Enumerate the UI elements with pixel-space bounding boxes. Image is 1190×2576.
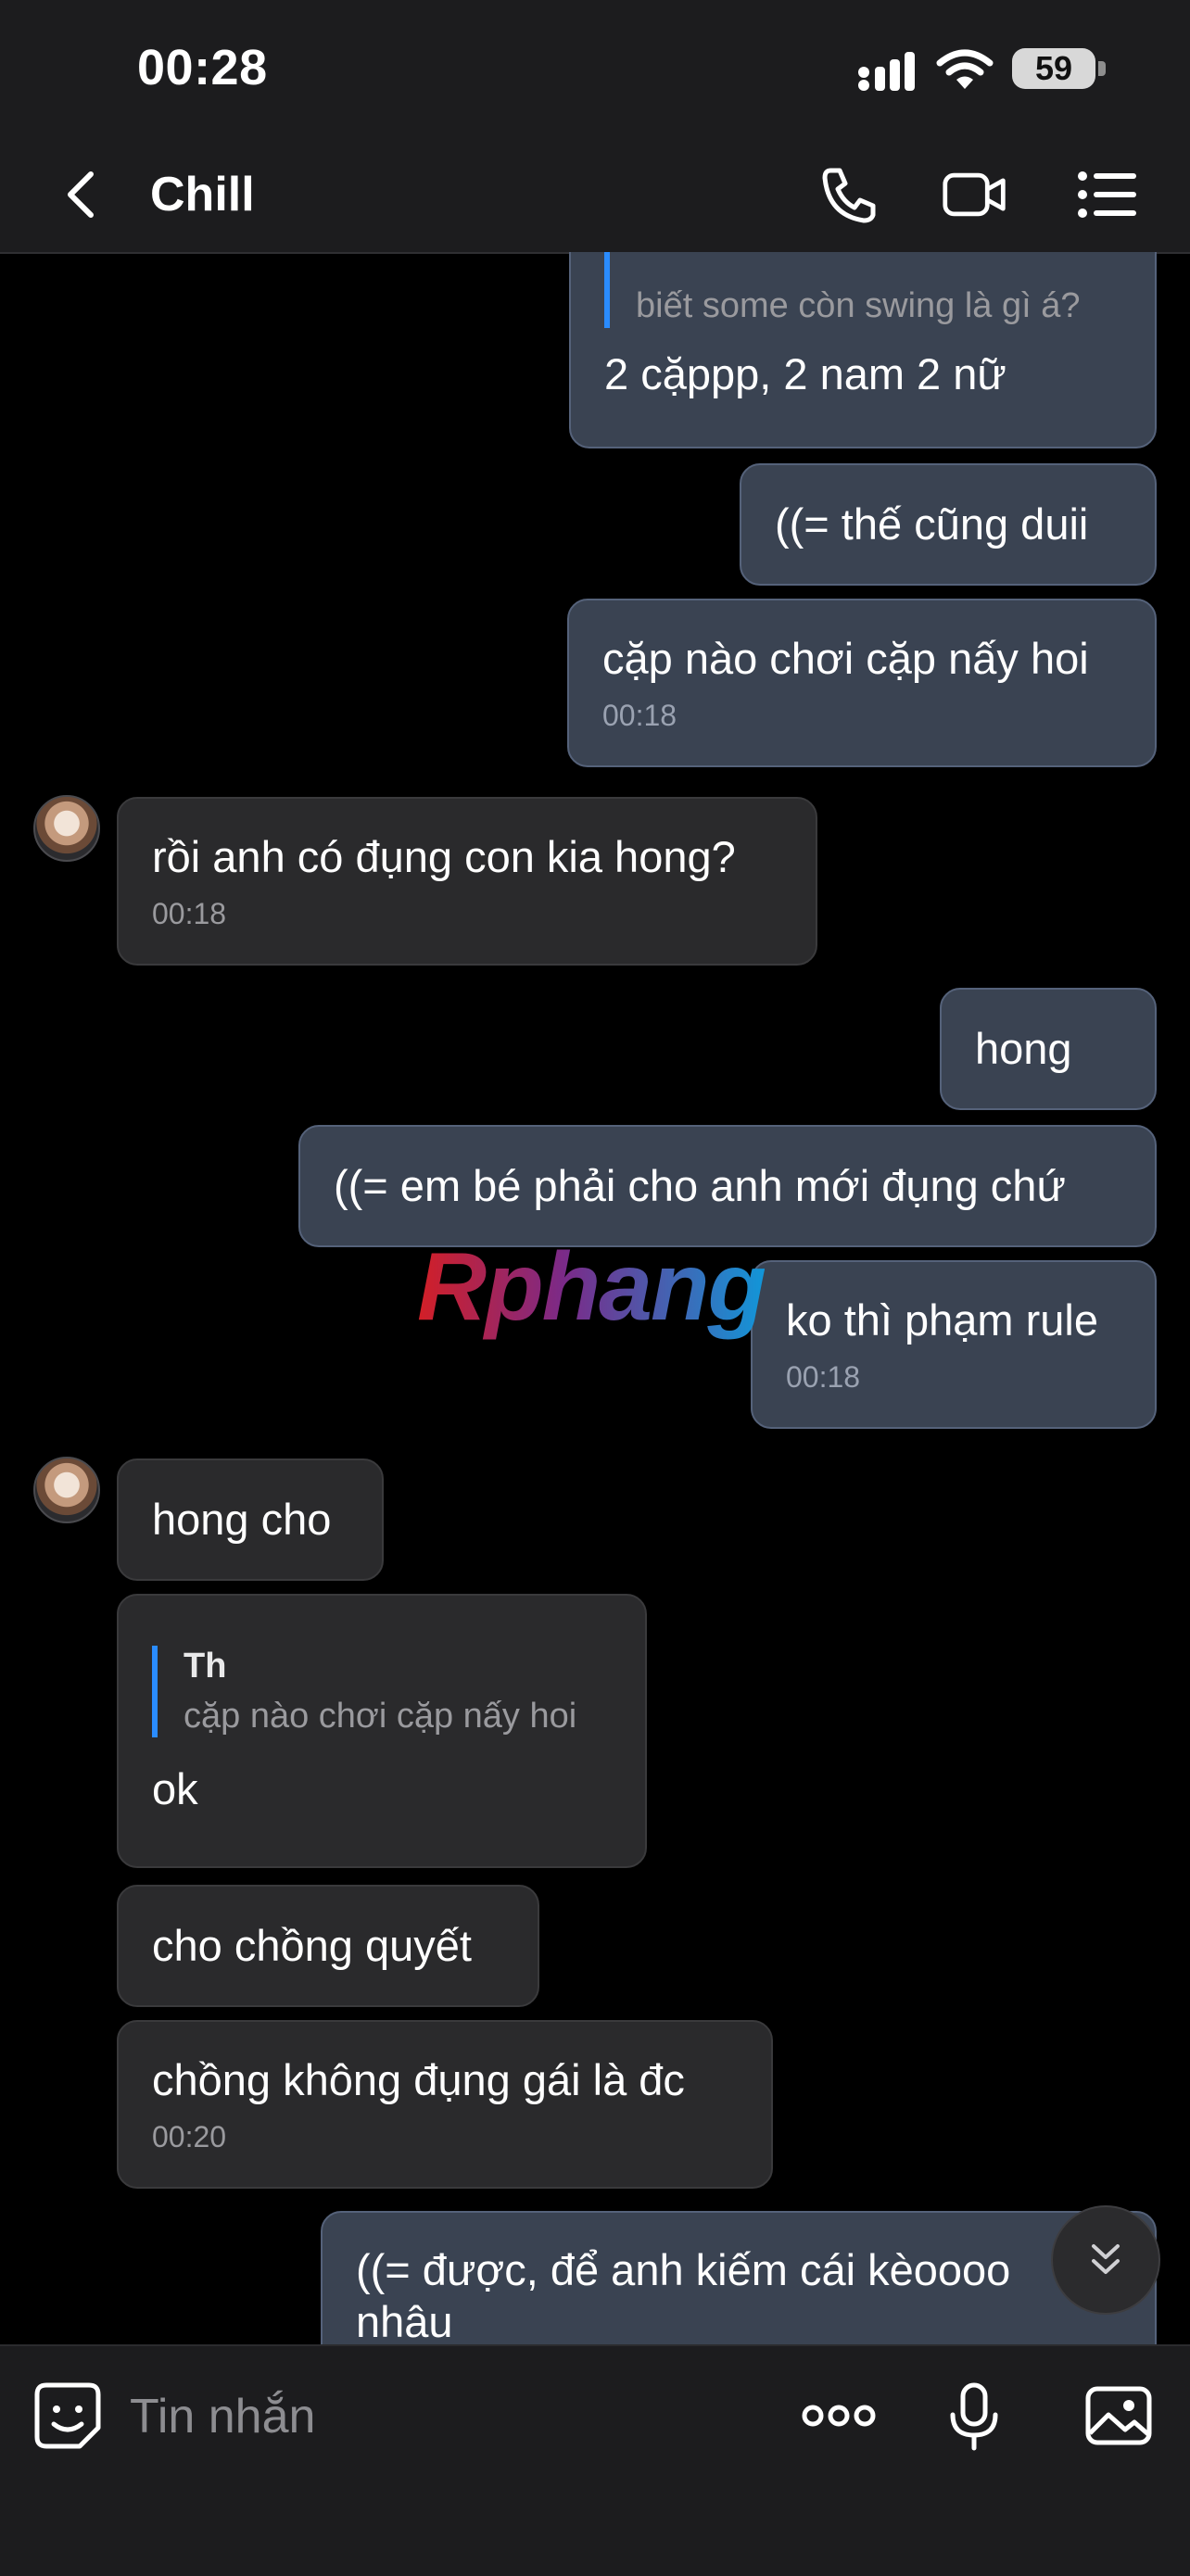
signal-icon xyxy=(858,52,915,91)
message-time: 00:18 xyxy=(152,897,227,930)
message-bubble-incoming[interactable]: Th cặp nào chơi cặp nấy hoi ok xyxy=(117,1594,647,1868)
message-bubble-outgoing[interactable]: ko thì phạm rule 00:18 xyxy=(751,1260,1157,1429)
message-bubble-incoming[interactable]: cho chồng quyết xyxy=(117,1885,539,2007)
back-chevron-icon[interactable] xyxy=(54,167,109,222)
status-bar: 00:28 59 xyxy=(0,0,1190,139)
battery-indicator: 59 xyxy=(1012,48,1095,89)
avatar[interactable] xyxy=(33,1457,100,1523)
message-text: 2 cặppp, 2 nam 2 nữ xyxy=(604,348,1006,398)
message-bubble-outgoing[interactable]: ((= thế cũng duii xyxy=(740,463,1157,586)
chevron-double-down-icon xyxy=(1092,2244,1120,2274)
message-text: rồi anh có đụng con kia hong? xyxy=(152,831,736,881)
video-icon[interactable] xyxy=(942,163,1008,226)
more-icon[interactable] xyxy=(801,2380,877,2452)
status-time: 00:28 xyxy=(137,40,268,95)
sticker-icon[interactable] xyxy=(32,2380,104,2452)
message-bubble-outgoing[interactable]: biết some còn swing là gì á? 2 cặppp, 2 … xyxy=(569,252,1157,448)
message-text: cho chồng quyết xyxy=(152,1920,472,1970)
message-text: cặp nào chơi cặp nấy hoi xyxy=(602,633,1089,683)
message-bubble-outgoing[interactable]: cặp nào chơi cặp nấy hoi 00:18 xyxy=(567,599,1157,767)
message-time: 00:18 xyxy=(602,699,677,732)
message-bubble-outgoing[interactable]: hong xyxy=(940,988,1157,1110)
message-bubble-outgoing[interactable]: ((= em bé phải cho anh mới đụng chứ xyxy=(298,1125,1157,1247)
microphone-icon[interactable] xyxy=(938,2380,1010,2452)
message-input[interactable]: Tin nhắn xyxy=(130,2389,315,2444)
avatar[interactable] xyxy=(33,795,100,862)
message-text: ((= em bé phải cho anh mới đụng chứ xyxy=(334,1160,1066,1210)
watermark-logo: Rphang xyxy=(417,1233,766,1341)
reply-quote[interactable]: biết some còn swing là gì á? xyxy=(604,252,1121,328)
reply-quote[interactable]: Th cặp nào chơi cặp nấy hoi xyxy=(152,1646,612,1738)
quote-text: biết some còn swing là gì á? xyxy=(636,286,1081,326)
message-text: chồng không đụng gái là đc xyxy=(152,2054,685,2104)
message-text: ((= được, để anh kiếm cái kèoooo nhâu xyxy=(356,2245,1011,2344)
message-bubble-incoming[interactable]: rồi anh có đụng con kia hong? 00:18 xyxy=(117,797,817,966)
message-text: hong xyxy=(975,1023,1072,1073)
chat-header: Chill xyxy=(0,139,1190,254)
composer-bar: Tin nhắn xyxy=(0,2344,1190,2576)
message-text: ko thì phạm rule xyxy=(786,1294,1099,1345)
image-icon[interactable] xyxy=(1082,2380,1155,2452)
message-text: hong cho xyxy=(152,1494,332,1544)
quote-sender: Th xyxy=(184,1647,227,1686)
chat-title[interactable]: Chill xyxy=(150,167,255,222)
quote-text: cặp nào chơi cặp nấy hoi xyxy=(184,1696,577,1736)
message-text: ((= thế cũng duii xyxy=(775,499,1089,549)
menu-list-icon[interactable] xyxy=(1075,163,1142,226)
message-text: ok xyxy=(152,1764,198,1814)
battery-tip xyxy=(1098,61,1106,76)
message-bubble-outgoing[interactable]: ((= được, để anh kiếm cái kèoooo nhâu xyxy=(321,2211,1157,2344)
wifi-icon xyxy=(936,49,994,89)
message-bubble-incoming[interactable]: hong cho xyxy=(117,1458,384,1581)
message-time: 00:18 xyxy=(786,1360,861,1394)
phone-icon[interactable] xyxy=(816,163,882,226)
message-time: 00:20 xyxy=(152,2120,227,2153)
scroll-to-bottom-button[interactable] xyxy=(1051,2205,1160,2315)
message-bubble-incoming[interactable]: chồng không đụng gái là đc 00:20 xyxy=(117,2020,773,2189)
